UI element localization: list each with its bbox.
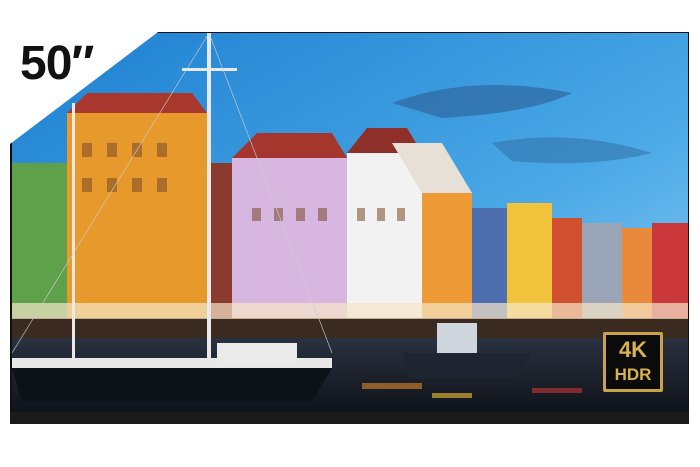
badge-4k-text: 4K [618, 337, 648, 362]
badge-hdr-text: HDR [614, 365, 652, 384]
badge-inner: 4K HDR [606, 335, 660, 389]
tv-bottom-bezel [10, 412, 689, 424]
4k-hdr-badge: 4K HDR [603, 332, 663, 392]
screen-size-label: 50″ [20, 37, 94, 90]
